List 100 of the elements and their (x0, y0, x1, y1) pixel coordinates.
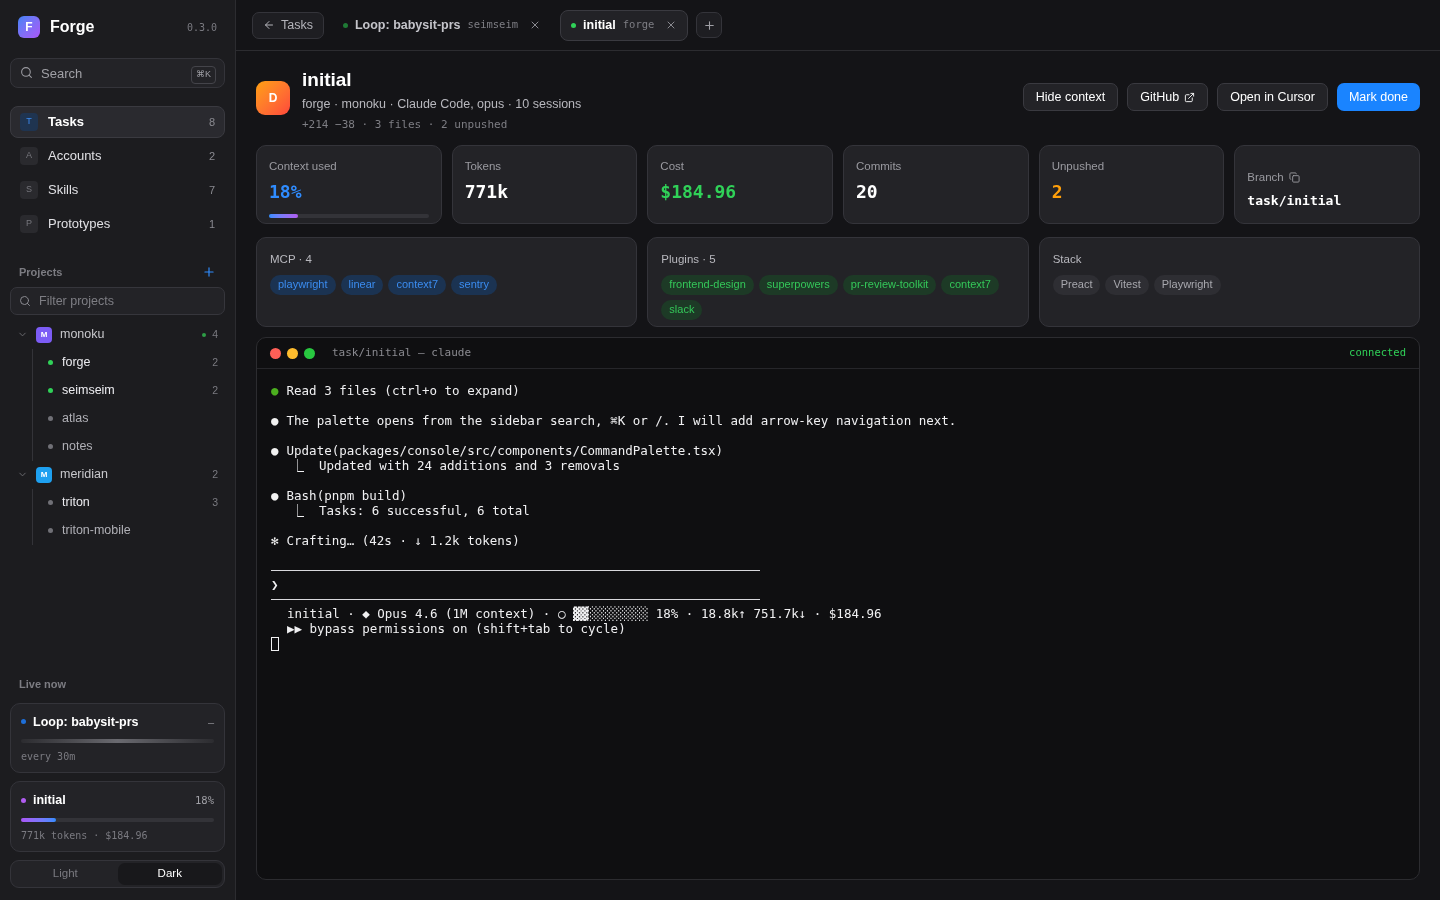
bullet-icon: ● (271, 383, 279, 399)
new-tab-button[interactable] (696, 12, 723, 38)
stat-value: 20 (856, 179, 879, 204)
theme-option[interactable]: Light (13, 863, 118, 885)
project-count: 2 (212, 466, 218, 482)
project-name: triton-mobile (62, 522, 131, 540)
add-project-icon[interactable] (202, 265, 216, 280)
nav-label: Tasks (48, 113, 84, 132)
nav-count: 1 (208, 216, 215, 232)
project-item[interactable]: triton-mobile (33, 516, 225, 545)
tag: context7 (388, 274, 447, 295)
project-count: 2 (212, 382, 218, 398)
maximize-window-icon[interactable] (304, 347, 315, 359)
card-title: MCP · 4 (270, 252, 313, 268)
nav-count: 7 (208, 182, 215, 198)
project-item[interactable]: atlas (33, 404, 225, 433)
minimize-window-icon[interactable] (287, 347, 298, 359)
stat-value: 771k (464, 179, 509, 204)
prompt-symbol: ❯ (271, 577, 279, 593)
stat-label: Commits (856, 159, 903, 175)
stat-label: Cost (660, 159, 685, 175)
action-button[interactable]: GitHub (1127, 83, 1209, 111)
terminal-line: ⎿ Updated with 24 additions and 3 removals (290, 458, 622, 474)
theme-option[interactable]: Dark (117, 863, 222, 885)
tag: linear (340, 274, 384, 295)
section-title: Projects (19, 265, 63, 280)
copy-icon[interactable] (1288, 172, 1300, 184)
text-cursor (271, 637, 279, 652)
stat-label: Unpushed (1051, 159, 1106, 175)
tag: frontend-design (661, 274, 754, 295)
nav-item[interactable]: A Accounts 2 (10, 140, 225, 172)
tag: playwright (270, 274, 336, 295)
bullet-icon: ● (271, 413, 279, 429)
project-count: 2 (212, 354, 218, 370)
stat-value: 18% (269, 179, 303, 204)
nav-item[interactable]: P Prototypes 1 (10, 208, 225, 240)
project-item[interactable]: notes (33, 432, 225, 461)
action-button[interactable]: Mark done (1336, 83, 1420, 111)
stat-value: task/initial (1247, 191, 1343, 210)
back-button[interactable]: Tasks (252, 11, 324, 39)
terminal-line: initial · ◆ Opus 4.6 (1M context) · ○ ▓▓░░░░░░░░ 18% · 18.8k↑ 751.7k↓ · $184.96 (286, 606, 883, 622)
stat-value: $184.96 (660, 179, 738, 204)
project-name: meridian (60, 466, 108, 484)
tab[interactable]: initial forge (560, 9, 689, 41)
terminal-line: Crafting… (42s · ↓ 1.2k tokens) (286, 533, 520, 549)
nav-item[interactable]: S Skills 7 (10, 174, 225, 206)
card-title: Stack (1052, 252, 1083, 268)
tab-project: forge (622, 17, 655, 33)
nav-label: Prototypes (48, 215, 111, 234)
project-item[interactable]: seimseim 2 (33, 376, 225, 405)
live-detail: every 30m (21, 750, 77, 765)
project-group[interactable]: M meridian 2 (10, 460, 225, 489)
nav-letter-icon: P (20, 215, 38, 233)
project-name: forge (62, 354, 91, 372)
task-avatar: D (256, 81, 290, 115)
stat-label: Tokens (464, 159, 503, 175)
task-meta: forge · monoku · Claude Code, opus · 10 sessions (302, 96, 582, 113)
project-item[interactable]: forge 2 (33, 348, 225, 377)
tag: slack (661, 299, 703, 320)
terminal-line: ▶▶ bypass permissions on (shift+tab to cycle) (286, 621, 627, 637)
search-icon (19, 294, 31, 307)
tag: Playwright (1153, 274, 1221, 295)
live-card[interactable]: initial 18% 771k tokens · $184.96 (10, 781, 225, 852)
project-name: notes (62, 438, 93, 456)
bullet-icon: ● (271, 488, 279, 504)
project-name: atlas (62, 410, 89, 428)
nav-letter-icon: S (20, 181, 38, 199)
search-icon (20, 66, 33, 79)
collapse-control[interactable]: – (207, 713, 214, 731)
live-card[interactable]: Loop: babysit-prs – every 30m (10, 702, 225, 774)
tag: Preact (1052, 274, 1101, 295)
terminal-line: Read 3 files (ctrl+o to expand) (286, 383, 520, 399)
app-logo: F (18, 16, 40, 38)
project-item[interactable]: triton 3 (33, 488, 225, 517)
terminal-line: Update(packages/console/src/components/CommandPalette.tsx) (286, 443, 724, 459)
task-stats: +214 −38 · 3 files · 2 unpushed (302, 116, 509, 133)
project-count: 4 (212, 326, 218, 342)
nav-letter-icon: A (20, 147, 38, 165)
action-button[interactable]: Open in Cursor (1217, 83, 1328, 111)
bullet-icon: ✻ (271, 533, 279, 549)
terminal-title: task/initial — claude (332, 345, 472, 361)
terminal-line: The palette opens from the sidebar search, ⌘K or /. I will add arrow-key navigation next. (286, 413, 957, 429)
stat-label: Branch (1247, 170, 1284, 186)
tag: pr-review-toolkit (842, 274, 937, 295)
close-window-icon[interactable] (270, 347, 281, 359)
external-link-icon (1184, 91, 1196, 103)
app-version: 0.3.0 (186, 20, 217, 35)
terminal-line: Bash(pnpm build) (286, 488, 407, 504)
project-group[interactable]: M monoku 4 (10, 320, 225, 349)
plus-icon (702, 18, 716, 32)
arrow-left-icon (263, 19, 275, 31)
filter-field[interactable]: Filter projects (10, 286, 225, 315)
nav-item[interactable]: T Tasks 8 (10, 106, 225, 138)
live-title: initial (33, 792, 66, 810)
project-name: monoku (60, 326, 105, 344)
bullet-icon: ● (271, 443, 279, 459)
nav-label: Accounts (48, 147, 102, 166)
action-button[interactable]: Hide context (1022, 83, 1119, 111)
tab[interactable]: Loop: babysit-prs seimseim (331, 9, 553, 41)
stat-label: Context used (269, 159, 338, 175)
